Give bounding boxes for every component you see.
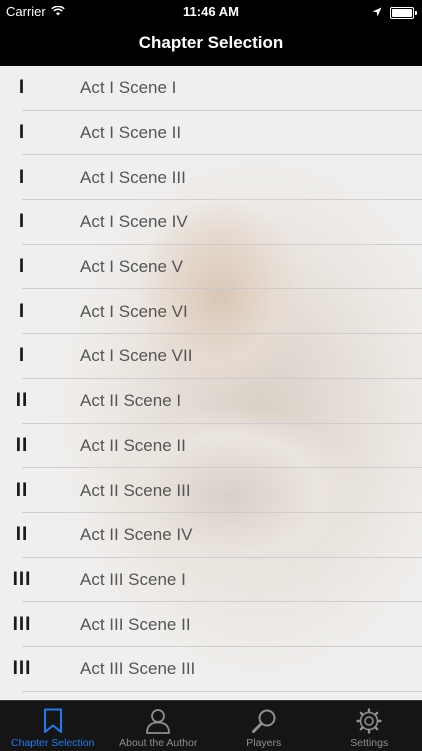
scene-label: Act I Scene VI <box>80 302 188 322</box>
chapter-row[interactable]: I Act I Scene VII <box>0 334 422 379</box>
battery-icon <box>390 7 414 19</box>
status-indicators <box>372 5 414 20</box>
chapter-row[interactable]: I Act I Scene I <box>0 66 422 111</box>
scene-label: Act I Scene V <box>80 257 183 277</box>
chapter-row[interactable]: III Act III Scene III <box>0 647 422 692</box>
act-numeral: III <box>0 569 44 591</box>
scene-label: Act II Scene III <box>80 481 191 501</box>
magnifier-icon <box>251 708 277 737</box>
bookmark-icon <box>43 708 63 737</box>
status-bar: Carrier 11:46 AM <box>0 0 422 24</box>
chapter-list[interactable]: IAct I Scene IIAct I Scene IIIAct I Scen… <box>0 66 422 700</box>
chapter-row[interactable]: I Act I Scene VI <box>0 289 422 334</box>
tab-label: Players <box>246 737 281 749</box>
page-title: Chapter Selection <box>0 24 422 62</box>
act-numeral: I <box>0 167 44 189</box>
tab-label: Chapter Selection <box>11 737 94 749</box>
chapter-row[interactable]: II Act II Scene I <box>0 379 422 424</box>
scene-label: Act II Scene I <box>80 391 181 411</box>
act-numeral: III <box>0 614 44 636</box>
scene-label: Act I Scene III <box>80 168 186 188</box>
act-numeral: I <box>0 211 44 233</box>
act-numeral: III <box>0 658 44 680</box>
chapter-row[interactable]: II Act II Scene II <box>0 424 422 469</box>
person-icon <box>145 708 171 737</box>
scene-label: Act II Scene II <box>80 436 186 456</box>
act-numeral: II <box>0 480 44 502</box>
chapter-row[interactable]: II Act II Scene IV <box>0 513 422 558</box>
scene-label: Act II Scene IV <box>80 525 192 545</box>
tab-chapter-selection[interactable]: Chapter Selection <box>0 701 106 751</box>
act-numeral: II <box>0 390 44 412</box>
tab-settings[interactable]: Settings <box>317 701 422 751</box>
act-numeral: I <box>0 77 44 99</box>
act-numeral: I <box>0 345 44 367</box>
chapter-row[interactable]: I Act I Scene II <box>0 111 422 156</box>
tab-label: About the Author <box>119 737 197 749</box>
chapter-row[interactable]: I Act I Scene V <box>0 245 422 290</box>
clock: 11:46 AM <box>0 4 422 19</box>
scene-label: Act I Scene I <box>80 78 176 98</box>
tab-bar: Chapter Selection About the Author Players… <box>0 700 422 751</box>
act-numeral: II <box>0 524 44 546</box>
location-arrow-icon <box>372 5 382 20</box>
scene-label: Act III Scene III <box>80 659 195 679</box>
act-numeral: I <box>0 256 44 278</box>
act-numeral: I <box>0 122 44 144</box>
chapter-row[interactable]: II Act II Scene III <box>0 468 422 513</box>
tab-about-the-author[interactable]: About the Author <box>106 701 212 751</box>
act-numeral: I <box>0 301 44 323</box>
scene-label: Act I Scene II <box>80 123 181 143</box>
tab-label: Settings <box>350 737 388 749</box>
navigation-bar: Chapter Selection <box>0 24 422 66</box>
scene-label: Act III Scene I <box>80 570 186 590</box>
chapter-row[interactable]: III Act III Scene II <box>0 602 422 647</box>
chapter-row[interactable]: I Act I Scene III <box>0 155 422 200</box>
scene-label: Act I Scene VII <box>80 346 192 366</box>
chapter-row[interactable]: III Act III Scene I <box>0 558 422 603</box>
tab-players[interactable]: Players <box>211 701 317 751</box>
scene-label: Act I Scene IV <box>80 212 188 232</box>
act-numeral: II <box>0 435 44 457</box>
gear-icon <box>356 708 382 737</box>
scene-label: Act III Scene II <box>80 615 191 635</box>
chapter-row[interactable]: I Act I Scene IV <box>0 200 422 245</box>
